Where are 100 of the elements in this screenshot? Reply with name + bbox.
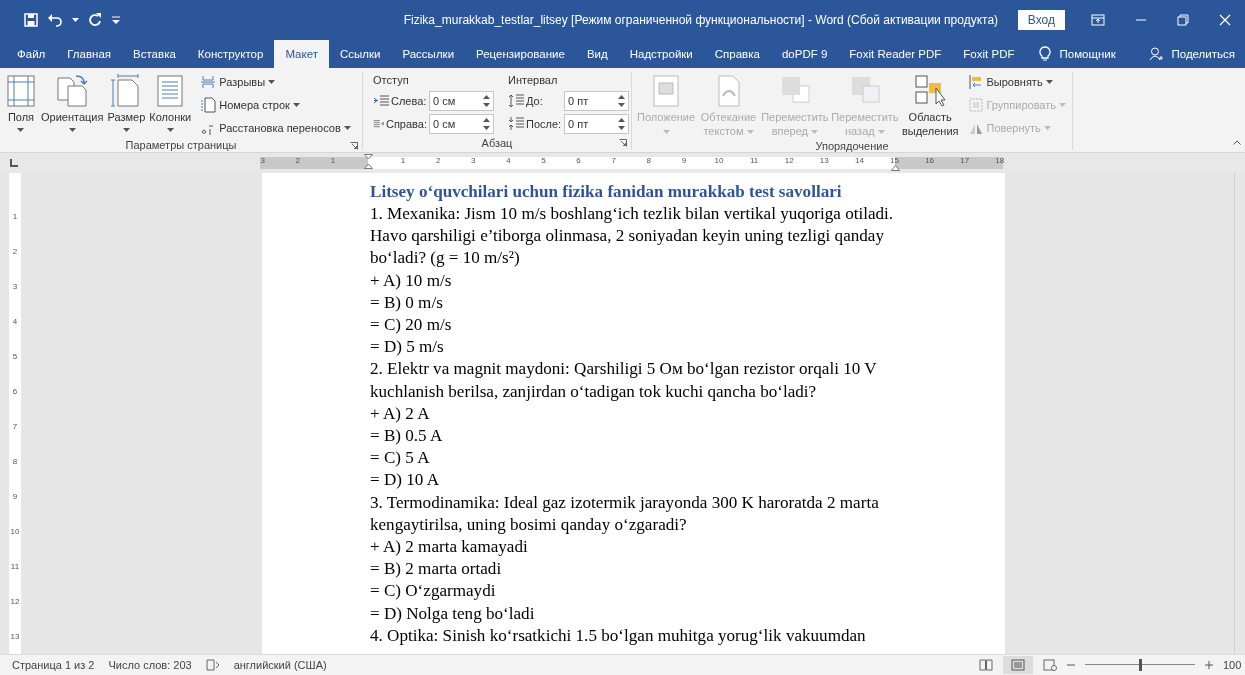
ruler-number: 3: [260, 156, 265, 165]
ribbon-tab[interactable]: Рецензирование: [465, 39, 576, 68]
ribbon-tab[interactable]: Рассылки: [391, 39, 466, 68]
document-paragraph: + A) 2 marta kamayadi: [370, 535, 529, 558]
ribbon-button[interactable]: Разрывы: [198, 71, 353, 93]
group-label: Упорядочение: [815, 139, 889, 152]
section-label: Интервал: [508, 73, 559, 88]
dialog-launcher-icon[interactable]: [619, 138, 627, 147]
ribbon-tab[interactable]: Вид: [575, 39, 619, 68]
indent-marker-icon[interactable]: [364, 153, 373, 170]
proofing-icon[interactable]: [205, 659, 220, 672]
ruler-number: 13: [10, 630, 20, 642]
document-paragraph: = B) 0.5 A: [370, 424, 444, 447]
ribbon-tab[interactable]: Файл: [6, 39, 57, 68]
spin-arrows-icon[interactable]: [618, 116, 625, 131]
margins-icon: [5, 73, 37, 108]
ruler-number: 7: [611, 156, 616, 165]
ruler-number: 1: [400, 156, 406, 165]
sign-in-button[interactable]: Вход: [1017, 9, 1065, 30]
selection-pane-icon: [914, 73, 947, 108]
ribbon-button[interactable]: Ориентация: [40, 71, 105, 134]
ruler-number: 4: [506, 156, 511, 165]
page-break-icon: [200, 74, 217, 91]
restore-icon[interactable]: [1177, 13, 1189, 26]
document-paragraph: = C) 5 A: [370, 447, 431, 470]
save-icon[interactable]: [24, 12, 38, 27]
ruler-number: 9: [681, 156, 687, 165]
close-icon[interactable]: [1219, 13, 1231, 26]
ribbon-button[interactable]: Область выделения: [900, 71, 960, 140]
ruler-number: 3: [12, 280, 18, 292]
customize-icon[interactable]: [111, 15, 121, 24]
web-layout-icon[interactable]: [1043, 659, 1057, 672]
ribbon-tab[interactable]: Ссылки: [328, 39, 392, 68]
ruler-number: 5: [12, 350, 18, 362]
section-label: Отступ: [373, 73, 410, 88]
field-label: Слева:: [373, 92, 427, 109]
ruler-number: 1: [12, 210, 18, 222]
ruler-number: 3: [471, 156, 476, 165]
group-icon: [967, 97, 984, 114]
ribbon-button[interactable]: Выровнять: [965, 71, 1068, 93]
ribbon-button[interactable]: Колонки: [148, 71, 193, 134]
spin-arrows-icon[interactable]: [618, 93, 625, 108]
ribbon-button[interactable]: Расстановка переносов: [198, 117, 353, 139]
ribbon-button[interactable]: Номера строк: [198, 94, 353, 116]
document-paragraph: = C) O‘zgarmaydi: [370, 580, 497, 603]
tell-me-button[interactable]: Помощник: [1025, 39, 1127, 68]
ruler-number: 13: [819, 156, 829, 165]
group-label: Абзац: [481, 136, 513, 149]
slider-thumb[interactable]: [1139, 659, 1142, 672]
ribbon-display-icon[interactable]: [1091, 13, 1105, 26]
undo-icon[interactable]: [47, 12, 63, 27]
lightbulb-icon: [1039, 45, 1052, 62]
spin-field[interactable]: 0 см: [429, 113, 494, 134]
ribbon-tab[interactable]: Главная: [56, 39, 123, 68]
ribbon-button[interactable]: Поля: [4, 71, 38, 134]
read-mode-icon[interactable]: [979, 659, 993, 672]
person-icon: [1149, 46, 1164, 61]
document-paragraph: = C) 20 m/s: [370, 313, 453, 336]
spin-arrows-icon[interactable]: [483, 116, 490, 131]
ruler-number: 8: [646, 156, 651, 165]
ribbon-tab[interactable]: Справка: [703, 39, 771, 68]
language-label: английский (США): [233, 659, 327, 672]
align-icon: [967, 74, 984, 91]
redo-icon[interactable]: [88, 12, 102, 27]
ruler-number: 7: [12, 420, 18, 432]
page-count: Страница 1 из 2: [12, 659, 95, 672]
ruler-number: 2: [435, 156, 441, 165]
ruler-number: 10: [714, 156, 724, 165]
spacing-icon: [508, 115, 524, 132]
share-button[interactable]: Поделиться: [1138, 39, 1245, 68]
ribbon-tab[interactable]: Foxit PDF: [952, 39, 1026, 68]
spin-field[interactable]: 0 пт: [564, 90, 629, 111]
spin-field[interactable]: 0 см: [429, 90, 494, 111]
document-paragraph: 2. Elektr va magnit maydoni: Qarshiligi 5 Ом bo‘lgan rezistor orqali 10 V kuchlanish berilsa, zanjirdan o‘tadigan tok kuchi qancha bo‘ladi?: [370, 358, 878, 403]
ribbon-tab[interactable]: Макет: [274, 39, 329, 68]
ribbon-tab[interactable]: Надстройки: [618, 39, 704, 68]
ruler-number: 18: [995, 156, 1005, 165]
group-label: Параметры страницы: [125, 138, 237, 151]
document-heading: Litsey o‘quvchilari uchun fizika fanidan murakkab test savollari: [370, 180, 843, 203]
ruler-number: 15: [890, 156, 899, 165]
ribbon-button[interactable]: Размер: [106, 71, 147, 134]
zoom-in-button[interactable]: [1205, 661, 1213, 670]
spacing-icon: [508, 92, 524, 109]
field-label: До:: [508, 92, 562, 109]
dialog-launcher-icon[interactable]: [350, 141, 358, 150]
ribbon-tab[interactable]: Foxit Reader PDF: [838, 39, 953, 68]
ribbon-tab[interactable]: Конструктор: [186, 39, 275, 68]
ribbon-tab[interactable]: Вставка: [122, 39, 187, 68]
ruler-number: 12: [10, 595, 20, 607]
collapse-icon[interactable]: [1233, 139, 1241, 145]
caret-icon[interactable]: [72, 17, 79, 22]
document-paragraph: = B) 0 m/s: [370, 291, 444, 314]
ruler-number: 14: [854, 156, 864, 165]
spin-field[interactable]: 0 пт: [564, 113, 629, 134]
field-label: Справа:: [373, 115, 427, 132]
ribbon-tab[interactable]: doPDF 9: [770, 39, 839, 68]
document-paragraph: 1. Mexanika: Jism 10 m/s boshlang‘ich tezlik bilan vertikal yuqoriga otiladi. Havo qarshiligi e’tiborga olinmasa, 2 soniyadan keyin uning tezligi qanday bo‘ladi? (g = 10 m/s²): [370, 202, 895, 270]
tab-selector[interactable]: [10, 158, 18, 167]
spin-arrows-icon[interactable]: [483, 93, 490, 108]
indent-left-icon: [373, 92, 389, 109]
